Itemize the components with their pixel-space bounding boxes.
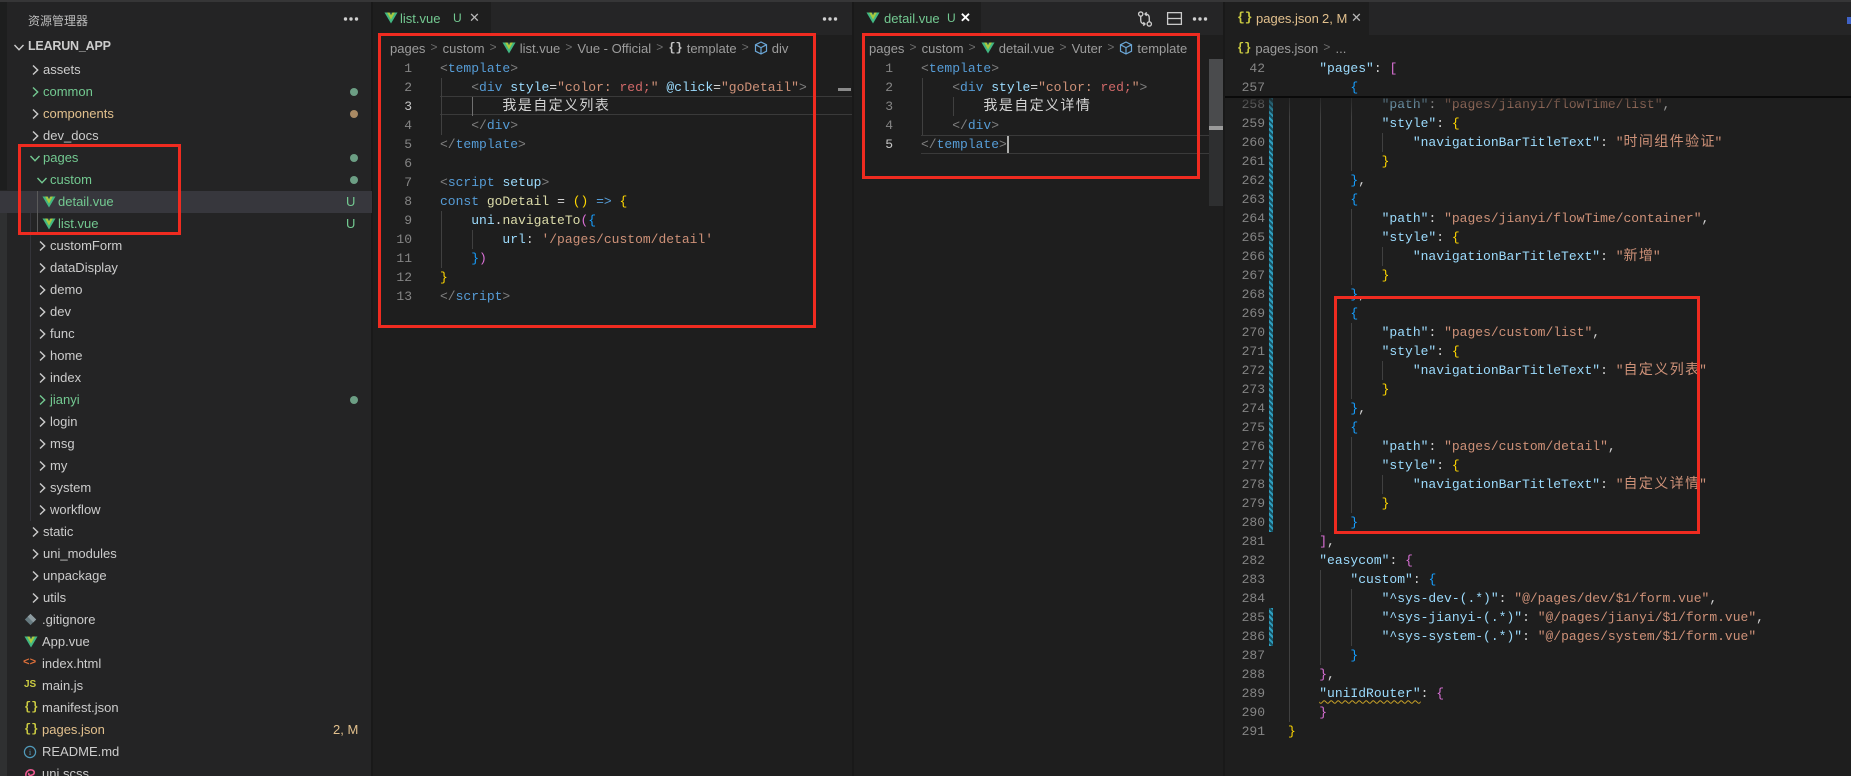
svg-text:i: i [29,747,32,757]
